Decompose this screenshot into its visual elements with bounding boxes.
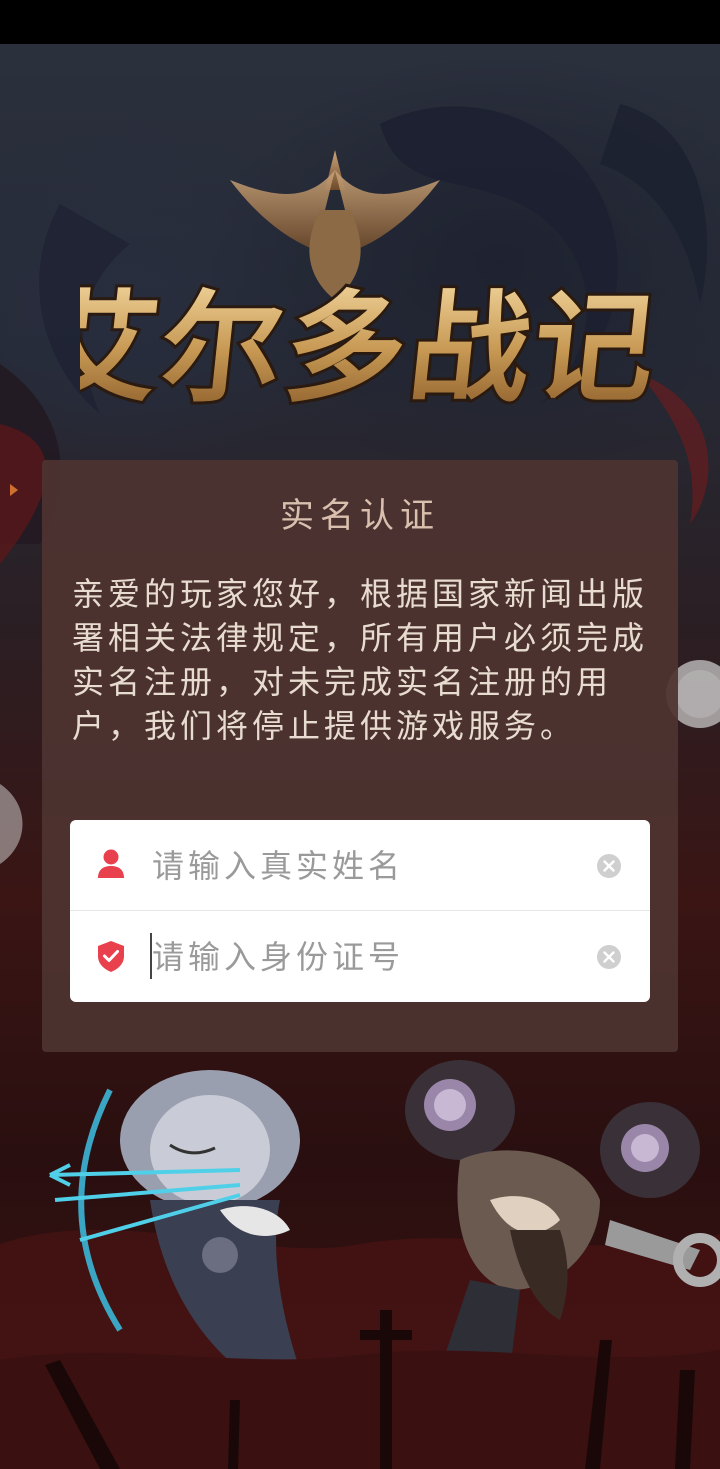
shield-check-icon bbox=[98, 941, 124, 972]
id-number-input[interactable] bbox=[152, 929, 572, 985]
clear-icon[interactable] bbox=[596, 944, 622, 970]
name-row bbox=[70, 820, 650, 911]
real-name-input[interactable] bbox=[152, 838, 572, 894]
dialog-message: 亲爱的玩家您好，根据国家新闻出版署相关法律规定，所有用户必须完成实名注册，对未完… bbox=[72, 575, 649, 745]
status-bar bbox=[0, 0, 720, 44]
user-icon bbox=[98, 849, 124, 878]
foreground-weapons-art bbox=[0, 1310, 720, 1469]
dialog-title: 实名认证 bbox=[280, 496, 440, 536]
verification-form bbox=[70, 820, 650, 1002]
svg-text:艾尔多战记: 艾尔多战记 bbox=[80, 278, 660, 419]
clear-icon[interactable] bbox=[596, 853, 622, 879]
game-logo: 艾尔多战记 bbox=[80, 150, 660, 422]
id-row bbox=[70, 911, 650, 1002]
